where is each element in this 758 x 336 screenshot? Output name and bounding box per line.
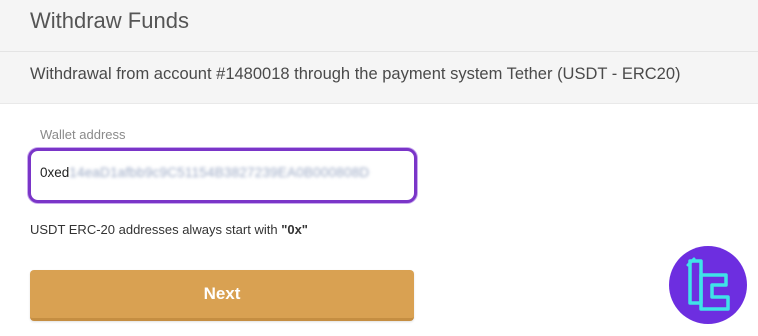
wallet-address-obscured: 14eaD1afbb9c9C51154B3827239EA0B000808D xyxy=(69,165,370,180)
next-button[interactable]: Next xyxy=(30,270,414,321)
tradingfinder-logo-icon xyxy=(668,245,748,325)
address-hint: USDT ERC-20 addresses always start with … xyxy=(30,222,308,237)
withdrawal-description: Withdrawal from account #1480018 through… xyxy=(30,65,681,83)
wallet-address-input[interactable]: 0xed14eaD1afbb9c9C51154B3827239EA0B00080… xyxy=(28,148,417,203)
wallet-address-value: 0xed14eaD1afbb9c9C51154B3827239EA0B00080… xyxy=(40,165,369,180)
address-hint-text: USDT ERC-20 addresses always start with xyxy=(30,222,282,237)
address-hint-prefix: "0x" xyxy=(281,222,308,237)
wallet-address-prefix: 0xed xyxy=(40,165,70,180)
page-header: Withdraw Funds xyxy=(0,0,758,52)
subtitle-band: Withdrawal from account #1480018 through… xyxy=(0,52,758,104)
wallet-address-label: Wallet address xyxy=(40,127,126,142)
page-title: Withdraw Funds xyxy=(30,8,189,33)
